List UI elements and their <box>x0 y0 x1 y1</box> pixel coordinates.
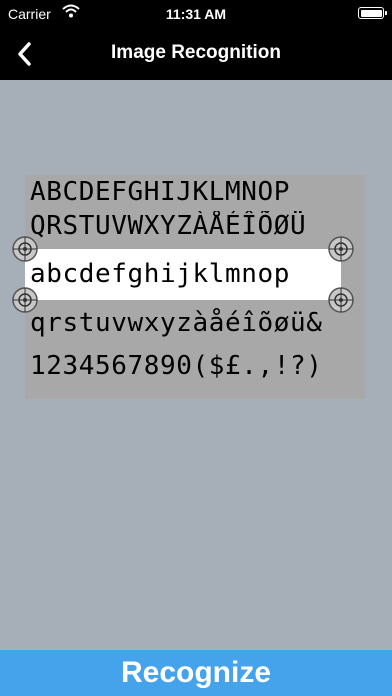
recognize-button[interactable]: Recognize <box>0 650 392 696</box>
document-line: ABCDEFGHIJKLMNOP <box>30 177 291 207</box>
selected-text: abcdefghijklmnop <box>30 259 291 289</box>
document-line: 1234567890($£.,!?) <box>30 351 323 381</box>
crosshair-handle-icon[interactable] <box>11 286 39 314</box>
document-line: QRSTUVWXYZÀÅÉÎÕØÜ <box>30 211 307 241</box>
battery-icon <box>358 7 387 19</box>
selection-region[interactable]: abcdefghijklmnop <box>25 249 341 300</box>
status-bar: Carrier 11:31 AM <box>0 0 392 28</box>
navigation-bar: Image Recognition <box>0 28 392 80</box>
crosshair-handle-icon[interactable] <box>11 235 39 263</box>
status-time: 11:31 AM <box>165 6 227 22</box>
page-title: Image Recognition <box>111 42 281 63</box>
crosshair-handle-icon[interactable] <box>327 286 355 314</box>
crosshair-handle-icon[interactable] <box>327 235 355 263</box>
document-line: qrstuvwxyzàåéîõøü& <box>30 308 323 338</box>
